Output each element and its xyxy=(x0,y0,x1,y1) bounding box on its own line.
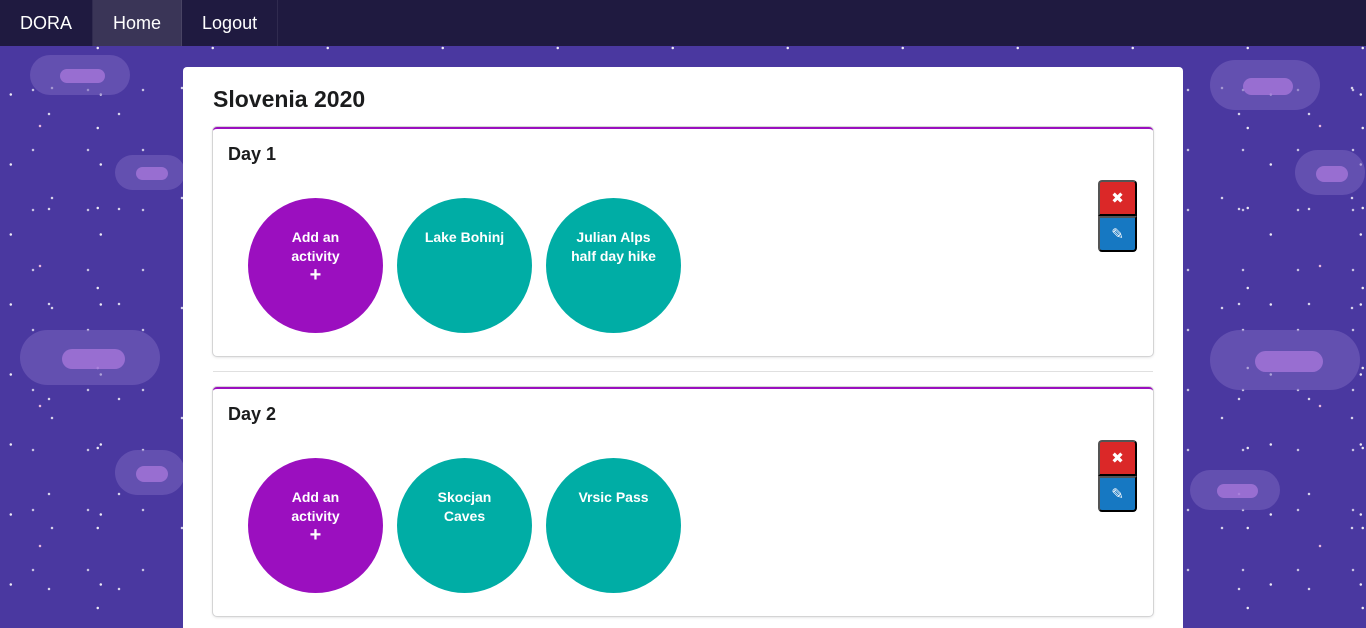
activity-circle-julian-alps[interactable]: Julian Alps half day hike xyxy=(546,198,681,333)
activity-label-line2: Caves xyxy=(443,508,486,524)
nav-item-logout[interactable]: Logout xyxy=(182,0,279,46)
day-card-1: Day 1 Add an activity + Lake Bohinj Juli… xyxy=(213,127,1153,356)
add-activity-button[interactable]: Add an activity + xyxy=(248,198,383,333)
add-activity-button[interactable]: Add an activity + xyxy=(248,458,383,593)
background-cloud xyxy=(1190,470,1280,510)
day-title: Day 1 xyxy=(228,144,277,164)
background-cloud xyxy=(30,55,130,95)
close-icon: ✖ xyxy=(1111,190,1124,207)
delete-day-button[interactable]: ✖ xyxy=(1098,440,1137,476)
plus-icon: + xyxy=(309,264,322,286)
activity-label-line2: half day hike xyxy=(571,248,656,264)
activity-circle-lake-bohinj[interactable]: Lake Bohinj xyxy=(397,198,532,333)
activity-label-line1: Lake Bohinj xyxy=(424,229,505,245)
background-cloud xyxy=(115,450,185,495)
trip-title: Slovenia 2020 xyxy=(213,86,366,112)
top-navbar: DORA Home Logout xyxy=(0,0,1366,46)
background-cloud xyxy=(20,330,160,385)
day-divider xyxy=(213,371,1153,372)
edit-icon: ✎ xyxy=(1111,486,1124,503)
nav-brand-dora[interactable]: DORA xyxy=(0,0,94,46)
day-card-2: Day 2 Add an activity + Skocjan Caves Vr… xyxy=(213,387,1153,616)
add-activity-label-line1: Add an xyxy=(291,229,340,245)
background-cloud xyxy=(1210,330,1360,390)
activity-label-line1: Skocjan xyxy=(437,489,492,505)
add-activity-label-line1: Add an xyxy=(291,489,340,505)
edit-day-button[interactable]: ✎ xyxy=(1098,216,1137,252)
nav-item-home[interactable]: Home xyxy=(93,0,183,46)
trip-container: Slovenia 2020 Day 1 Add an activity + La… xyxy=(183,67,1183,628)
activity-circle-vrsic-pass[interactable]: Vrsic Pass xyxy=(546,458,681,593)
activity-label-line1: Vrsic Pass xyxy=(578,489,649,505)
background-cloud xyxy=(1210,60,1320,110)
activity-label-line1: Julian Alps xyxy=(576,229,651,245)
close-icon: ✖ xyxy=(1111,450,1124,467)
plus-icon: + xyxy=(309,524,322,546)
background-cloud xyxy=(115,155,185,190)
edit-day-button[interactable]: ✎ xyxy=(1098,476,1137,512)
activity-circle-skocjan-caves[interactable]: Skocjan Caves xyxy=(397,458,532,593)
delete-day-button[interactable]: ✖ xyxy=(1098,180,1137,216)
day-title: Day 2 xyxy=(228,404,277,424)
background-cloud xyxy=(1295,150,1365,195)
edit-icon: ✎ xyxy=(1111,226,1124,243)
